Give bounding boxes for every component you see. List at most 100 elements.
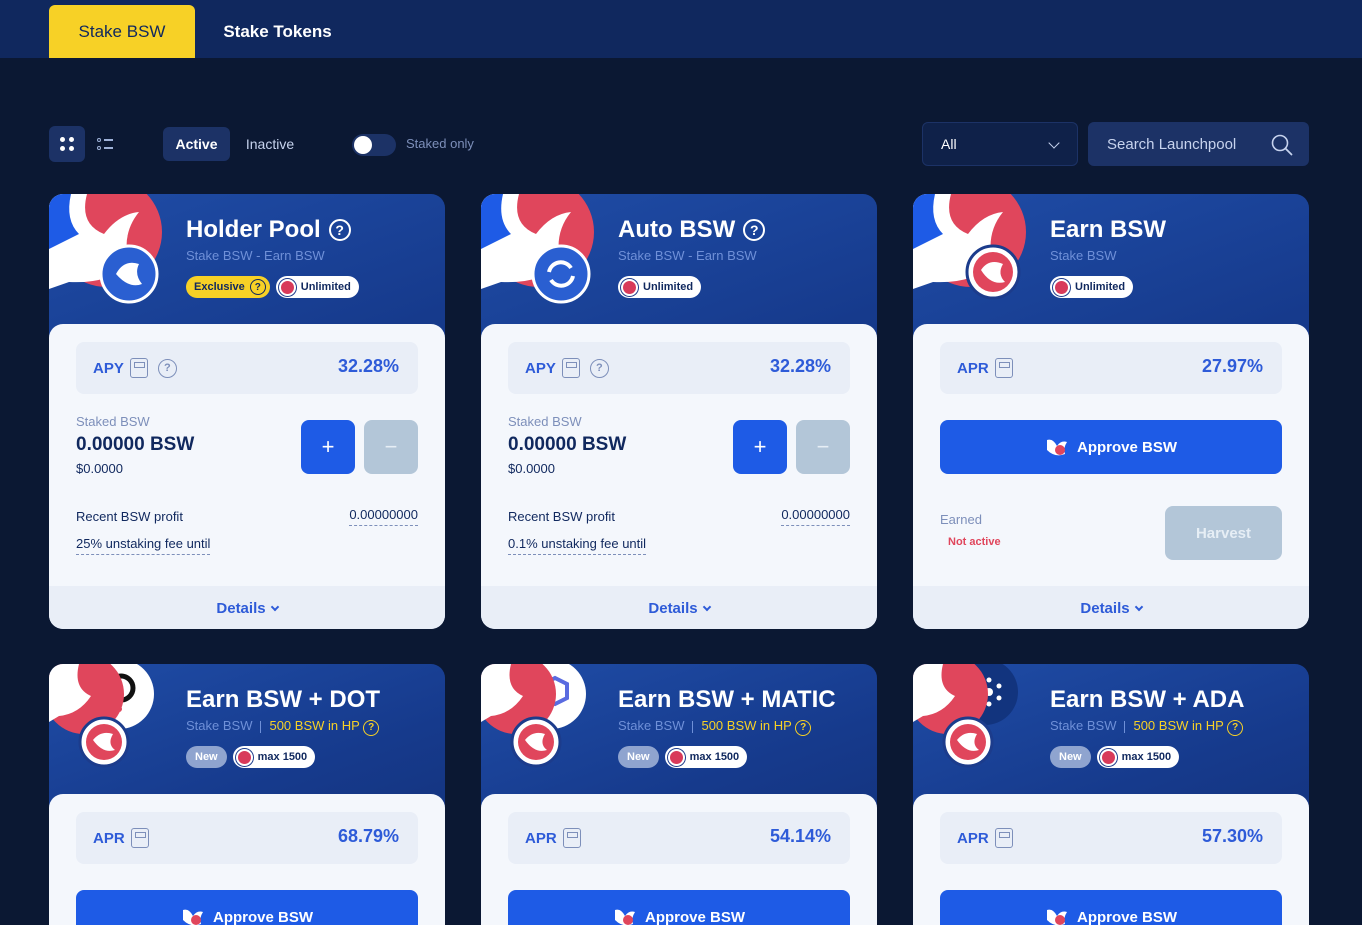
pool-subtitle-text: Stake BSW — [1050, 718, 1117, 733]
approve-bsw-button[interactable]: Approve BSW — [508, 890, 850, 925]
pool-card-earn-bsw-dot: Earn BSW + DOT Stake BSW 500 BSW in HP ? … — [49, 664, 445, 925]
max-badge: max 1500 — [664, 746, 748, 768]
calculator-icon[interactable] — [129, 358, 148, 378]
calculator-icon[interactable] — [130, 828, 149, 848]
help-icon[interactable]: ? — [1227, 719, 1244, 736]
approve-bsw-button[interactable]: Approve BSW — [940, 890, 1282, 925]
toggle-knob — [354, 136, 372, 154]
chevron-down-icon — [1048, 137, 1060, 149]
apr-label: APR — [525, 829, 557, 847]
pool-subtitle: Stake BSW - Earn BSW — [186, 248, 325, 263]
details-toggle[interactable]: Details — [49, 586, 445, 629]
bsw-bird-icon — [1046, 909, 1067, 925]
exclusive-badge: Exclusive? — [186, 276, 270, 298]
list-view-icon[interactable] — [93, 126, 129, 162]
unstaking-fee-label[interactable]: 25% unstaking fee until — [76, 536, 211, 555]
harvest-button[interactable]: Harvest — [1165, 506, 1282, 560]
pool-panel: APY? 32.28% Staked BSW 0.00000 BSW $0.00… — [481, 324, 877, 629]
pool-title: Earn BSW + MATIC — [618, 686, 836, 714]
pool-subtitle-text: Stake BSW — [186, 718, 253, 733]
stake-plus-button[interactable]: + — [301, 420, 355, 474]
chevron-down-icon — [702, 602, 711, 611]
divider — [692, 720, 694, 733]
calculator-icon[interactable] — [561, 358, 580, 378]
pool-card-auto-bsw: Auto BSW? Stake BSW - Earn BSW Unlimited… — [481, 194, 877, 629]
pool-panel: APR 27.97% Approve BSW Earned Not active… — [913, 324, 1309, 629]
pool-card-earn-bsw-matic: Earn BSW + MATIC Stake BSW 500 BSW in HP … — [481, 664, 877, 925]
help-icon[interactable]: ? — [795, 719, 812, 736]
staked-only-toggle[interactable] — [352, 134, 396, 156]
rate-value: 54.14% — [769, 826, 831, 846]
unstake-minus-button[interactable]: − — [364, 420, 418, 474]
max-badge: max 1500 — [1096, 746, 1180, 768]
pool-title: Auto BSW? — [618, 216, 766, 244]
profit-label: Recent BSW profit — [76, 509, 183, 524]
filter-active-button[interactable]: Active — [163, 127, 230, 161]
max-label: max 1500 — [1121, 751, 1172, 763]
badge-row: Unlimited — [618, 276, 702, 298]
search-icon[interactable] — [1271, 134, 1293, 156]
help-icon[interactable]: ? — [363, 719, 380, 736]
pool-panel: APY? 32.28% Staked BSW 0.00000 BSW $0.00… — [49, 324, 445, 629]
pool-subtitle: Stake BSW 500 BSW in HP ? — [186, 718, 380, 736]
approve-bsw-button[interactable]: Approve BSW — [940, 420, 1282, 474]
details-label: Details — [1080, 599, 1130, 617]
search-input[interactable] — [1088, 122, 1268, 166]
help-icon[interactable]: ? — [743, 219, 766, 241]
pool-panel: APR 57.30% Approve BSW — [913, 794, 1309, 925]
unlimited-badge: Unlimited — [1050, 276, 1134, 298]
stake-plus-button[interactable]: + — [733, 420, 787, 474]
grid-view-icon[interactable] — [49, 126, 85, 162]
pool-title-text: Earn BSW + DOT — [186, 686, 381, 713]
staked-label: Staked BSW — [508, 414, 582, 429]
approve-label: Approve BSW — [644, 908, 745, 925]
approve-label: Approve BSW — [212, 908, 313, 925]
help-icon[interactable]: ? — [328, 219, 351, 241]
help-icon[interactable]: ? — [249, 279, 266, 295]
approve-bsw-button[interactable]: Approve BSW — [76, 890, 418, 925]
unlimited-label: Unlimited — [643, 281, 694, 293]
help-icon[interactable]: ? — [157, 358, 177, 378]
unstaking-fee-label[interactable]: 0.1% unstaking fee until — [508, 536, 647, 555]
apy-label: APY — [93, 359, 124, 377]
pool-title-text: Earn BSW + ADA — [1050, 686, 1245, 713]
approve-label: Approve BSW — [1076, 438, 1177, 456]
badge-row: New max 1500 — [618, 746, 748, 768]
tab-stake-tokens[interactable]: Stake Tokens — [205, 5, 350, 58]
unstake-minus-button[interactable]: − — [796, 420, 850, 474]
earned-status: Not active — [948, 536, 1001, 548]
rate-label: APR — [93, 828, 149, 848]
rate-value: 32.28% — [337, 356, 399, 376]
calculator-icon[interactable] — [994, 828, 1013, 848]
divider — [1124, 720, 1126, 733]
filter-inactive-button[interactable]: Inactive — [236, 127, 304, 161]
biswap-bird-logo-icon — [49, 194, 162, 304]
calculator-icon[interactable] — [562, 828, 581, 848]
rate-label: APY? — [93, 358, 177, 378]
new-badge: New — [1050, 746, 1091, 768]
staked-label: Staked BSW — [76, 414, 150, 429]
details-toggle[interactable]: Details — [481, 586, 877, 629]
new-badge: New — [618, 746, 659, 768]
details-toggle[interactable]: Details — [913, 586, 1309, 629]
bsw-bird-icon — [614, 909, 635, 925]
rate-box: APY? 32.28% — [76, 342, 418, 394]
bsw-token-icon — [1053, 278, 1070, 296]
pool-subtitle-text: Stake BSW — [618, 718, 685, 733]
bsw-token-icon — [667, 748, 685, 766]
unlimited-badge: Unlimited — [275, 276, 359, 298]
bsw-token-icon — [235, 748, 253, 766]
unlimited-label: Unlimited — [300, 281, 351, 293]
calculator-icon[interactable] — [994, 358, 1013, 378]
apr-label: APR — [93, 829, 125, 847]
pool-card-earn-bsw: Earn BSW Stake BSW Unlimited APR 27.97% … — [913, 194, 1309, 629]
staked-only-label: Staked only — [406, 136, 474, 151]
tab-stake-bsw[interactable]: Stake BSW — [49, 5, 195, 58]
rate-box: APR 57.30% — [940, 812, 1282, 864]
profit-value: 0.00000000 — [349, 507, 418, 526]
help-icon[interactable]: ? — [589, 358, 609, 378]
pool-filter-select[interactable]: All — [922, 122, 1078, 166]
rate-value: 57.30% — [1201, 826, 1263, 846]
earned-label: Earned — [940, 512, 982, 527]
details-label: Details — [648, 599, 698, 617]
